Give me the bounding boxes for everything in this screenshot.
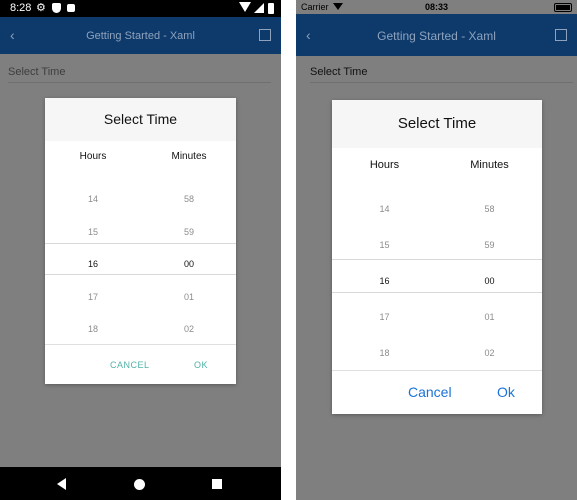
battery-icon — [268, 3, 274, 14]
footer-divider — [45, 344, 236, 345]
minute-item[interactable]: 59 — [437, 227, 542, 263]
dialog-title: Select Time — [332, 100, 542, 148]
hour-item[interactable]: 17 — [45, 281, 141, 314]
hour-item[interactable]: 18 — [45, 313, 141, 346]
cancel-button[interactable]: CANCEL — [110, 360, 150, 370]
gear-icon: ⚙ — [36, 2, 46, 14]
minute-item[interactable]: 58 — [141, 183, 237, 216]
minutes-header: Minutes — [171, 151, 207, 162]
nav-home-icon[interactable] — [134, 479, 145, 490]
time-picker-dialog: Select Time Hours Minutes 14 15 16 17 18… — [332, 100, 542, 414]
status-time: 08:33 — [424, 2, 449, 12]
signal-icon — [254, 3, 264, 13]
minute-item[interactable]: 02 — [141, 313, 237, 346]
battery-icon — [554, 3, 572, 12]
minute-item-selected[interactable]: 00 — [141, 248, 237, 281]
minute-item[interactable]: 02 — [437, 335, 542, 371]
wifi-icon — [239, 2, 251, 12]
minute-item-selected[interactable]: 00 — [437, 263, 542, 299]
external-link-icon[interactable] — [555, 29, 567, 41]
app-title: Getting Started - Xaml — [86, 30, 195, 42]
dialog-title: Select Time — [45, 98, 236, 141]
minutes-header: Minutes — [470, 159, 509, 171]
cancel-button[interactable]: Cancel — [408, 384, 452, 400]
app-bar: ‹ Getting Started - Xaml — [296, 14, 577, 56]
time-picker-dialog: Select Time Hours Minutes 14 15 16 17 18… — [45, 98, 236, 384]
android-status-bar: 8:28 ⚙ — [0, 0, 281, 17]
hour-item[interactable]: 15 — [332, 227, 437, 263]
footer-divider — [332, 370, 542, 371]
external-link-icon[interactable] — [259, 29, 271, 41]
time-picker-field[interactable]: Select Time — [310, 66, 573, 83]
app-title: Getting Started - Xaml — [377, 29, 496, 43]
android-screen: 8:28 ⚙ ‹ Getting Started - Xaml Select T… — [0, 0, 281, 500]
minute-item[interactable]: 01 — [141, 281, 237, 314]
hour-item[interactable]: 18 — [332, 335, 437, 371]
hour-item-selected[interactable]: 16 — [45, 248, 141, 281]
nav-back-icon[interactable] — [57, 478, 66, 490]
ok-button[interactable]: Ok — [497, 384, 515, 400]
hour-item-selected[interactable]: 16 — [332, 263, 437, 299]
app-bar: ‹ Getting Started - Xaml — [0, 17, 281, 54]
minute-item[interactable]: 59 — [141, 216, 237, 249]
hour-item[interactable]: 14 — [45, 183, 141, 216]
hour-item[interactable]: 17 — [332, 299, 437, 335]
minutes-wheel[interactable]: 58 59 00 01 02 — [141, 183, 237, 346]
lock-icon — [67, 4, 75, 12]
minute-item[interactable]: 58 — [437, 191, 542, 227]
hour-item[interactable]: 15 — [45, 216, 141, 249]
nav-recent-icon[interactable] — [212, 479, 222, 489]
hours-header: Hours — [369, 159, 400, 171]
android-nav-bar — [0, 467, 281, 500]
status-time: 8:28 — [10, 2, 32, 14]
hour-item[interactable]: 14 — [332, 191, 437, 227]
time-picker-field[interactable]: Select Time — [8, 66, 271, 83]
hours-wheel[interactable]: 14 15 16 17 18 — [45, 183, 141, 346]
hours-header: Hours — [79, 151, 107, 162]
hours-wheel[interactable]: 14 15 16 17 18 — [332, 191, 437, 371]
shield-icon — [52, 3, 61, 13]
ios-screen: Carrier 08:33 ‹ Getting Started - Xaml S… — [296, 0, 577, 500]
ok-button[interactable]: OK — [194, 360, 208, 370]
minute-item[interactable]: 01 — [437, 299, 542, 335]
ios-status-bar: Carrier 08:33 — [296, 0, 577, 14]
minutes-wheel[interactable]: 58 59 00 01 02 — [437, 191, 542, 371]
